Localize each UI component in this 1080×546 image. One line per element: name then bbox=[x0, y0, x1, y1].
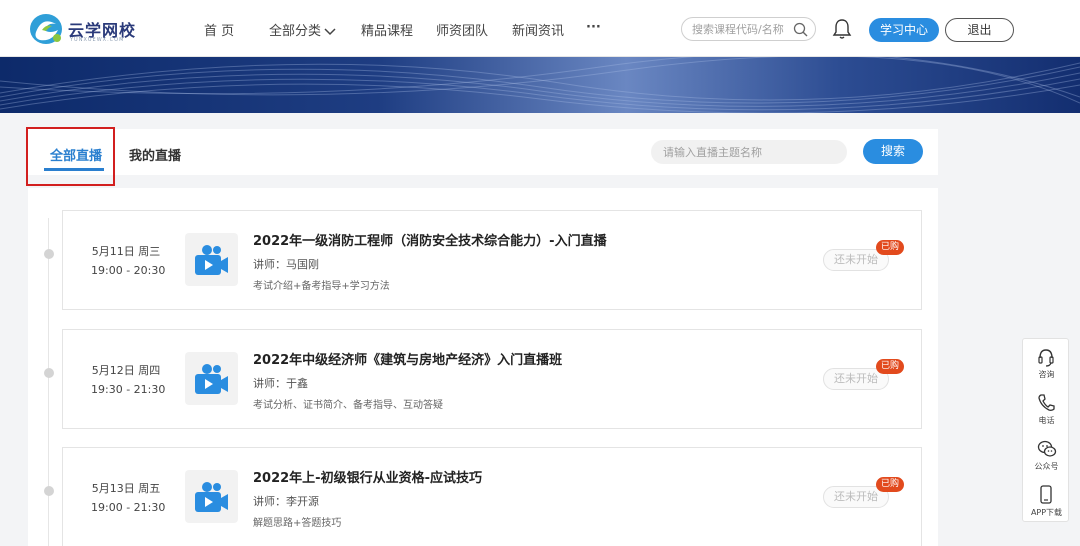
phone-button[interactable]: 电话 bbox=[1023, 387, 1070, 431]
live-thumbnail bbox=[185, 470, 238, 523]
logout-button[interactable]: 退出 bbox=[945, 18, 1014, 42]
phone-label: 电话 bbox=[1038, 416, 1055, 425]
tab-my-live[interactable]: 我的直播 bbox=[120, 129, 190, 175]
nav-home[interactable]: 首 页 bbox=[204, 20, 234, 39]
wechat-button[interactable]: 公众号 bbox=[1023, 433, 1070, 477]
live-teacher: 讲师：李开源 bbox=[253, 495, 319, 508]
headset-icon bbox=[1038, 349, 1054, 367]
live-description: 考试介绍+备考指导+学习方法 bbox=[253, 281, 390, 292]
nav-premium-courses[interactable]: 精品课程 bbox=[361, 20, 413, 39]
live-description: 解题思路+答题技巧 bbox=[253, 518, 342, 529]
top-header: 云学网校 YUNXUEWX.COM 首 页 全部分类 精品课程 师资团队 新闻资… bbox=[0, 0, 1080, 57]
nav-more[interactable]: ··· bbox=[586, 20, 601, 35]
highlight-box bbox=[26, 127, 115, 186]
live-card[interactable]: 5月11日 周三 19:00 - 20:30 2022年一级消防工程师（消防安全… bbox=[62, 210, 922, 310]
video-camera-icon bbox=[195, 482, 228, 512]
course-search-box bbox=[681, 17, 816, 41]
live-thumbnail bbox=[185, 233, 238, 286]
nav-all-categories[interactable]: 全部分类 bbox=[269, 20, 336, 39]
live-list-panel: 5月11日 周三 19:00 - 20:30 2022年一级消防工程师（消防安全… bbox=[28, 188, 938, 546]
right-float-bar: 咨询 电话 公众号 APP下载 bbox=[1022, 338, 1069, 522]
logo-icon bbox=[30, 14, 62, 44]
live-time: 19:00 - 20:30 bbox=[91, 264, 166, 277]
live-thumbnail bbox=[185, 352, 238, 405]
live-search-button[interactable]: 搜索 bbox=[863, 139, 923, 164]
wechat-icon bbox=[1037, 440, 1057, 457]
nav-faculty[interactable]: 师资团队 bbox=[436, 20, 488, 39]
purchased-badge: 已购 bbox=[876, 240, 904, 255]
nav-all-categories-label: 全部分类 bbox=[269, 24, 322, 39]
logo-subtext: YUNXUEWX.COM bbox=[70, 37, 125, 43]
search-icon[interactable] bbox=[793, 22, 808, 37]
consult-label: 咨询 bbox=[1038, 370, 1055, 379]
consult-button[interactable]: 咨询 bbox=[1023, 341, 1070, 385]
wechat-label: 公众号 bbox=[1034, 462, 1059, 471]
live-search-input[interactable] bbox=[663, 144, 833, 160]
live-teacher: 讲师：马国刚 bbox=[253, 258, 319, 271]
site-logo[interactable]: 云学网校 YUNXUEWX.COM bbox=[28, 10, 138, 48]
live-title[interactable]: 2022年中级经济师《建筑与房地产经济》入门直播班 bbox=[253, 349, 562, 368]
live-description: 考试分析、证书简介、备考指导、互动答疑 bbox=[253, 400, 443, 411]
timeline-dot bbox=[44, 368, 54, 378]
timeline-dot bbox=[44, 249, 54, 259]
live-card[interactable]: 5月13日 周五 19:00 - 21:30 2022年上-初级银行从业资格-应… bbox=[62, 447, 922, 546]
chevron-down-icon bbox=[324, 27, 336, 35]
video-camera-icon bbox=[195, 245, 228, 275]
live-search-box bbox=[651, 140, 847, 164]
live-tabs-panel: 全部直播 我的直播 搜索 bbox=[26, 127, 938, 186]
live-date: 5月12日 周四 bbox=[91, 364, 161, 377]
live-date: 5月13日 周五 bbox=[91, 482, 161, 495]
live-date: 5月11日 周三 bbox=[91, 245, 161, 258]
hero-banner bbox=[0, 57, 1080, 113]
timeline-line bbox=[48, 218, 49, 546]
purchased-badge: 已购 bbox=[876, 477, 904, 492]
live-title[interactable]: 2022年一级消防工程师（消防安全技术综合能力）-入门直播 bbox=[253, 230, 607, 249]
app-download-button[interactable]: APP下载 bbox=[1023, 479, 1070, 523]
bell-icon[interactable] bbox=[832, 18, 852, 40]
banner-wave-graphic bbox=[0, 57, 1080, 113]
nav-news[interactable]: 新闻资讯 bbox=[512, 20, 564, 39]
purchased-badge: 已购 bbox=[876, 359, 904, 374]
tab-my-live-label: 我的直播 bbox=[129, 149, 182, 164]
live-time: 19:30 - 21:30 bbox=[91, 383, 166, 396]
mobile-icon bbox=[1040, 485, 1052, 504]
study-center-button[interactable]: 学习中心 bbox=[869, 18, 939, 42]
live-title[interactable]: 2022年上-初级银行从业资格-应试技巧 bbox=[253, 467, 482, 486]
timeline-dot bbox=[44, 486, 54, 496]
live-time: 19:00 - 21:30 bbox=[91, 501, 166, 514]
video-camera-icon bbox=[195, 364, 228, 394]
app-download-label: APP下载 bbox=[1030, 508, 1063, 517]
live-card[interactable]: 5月12日 周四 19:30 - 21:30 2022年中级经济师《建筑与房地产… bbox=[62, 329, 922, 429]
course-search-input[interactable] bbox=[692, 21, 792, 37]
live-teacher: 讲师：于鑫 bbox=[253, 377, 308, 390]
phone-icon bbox=[1038, 394, 1055, 411]
